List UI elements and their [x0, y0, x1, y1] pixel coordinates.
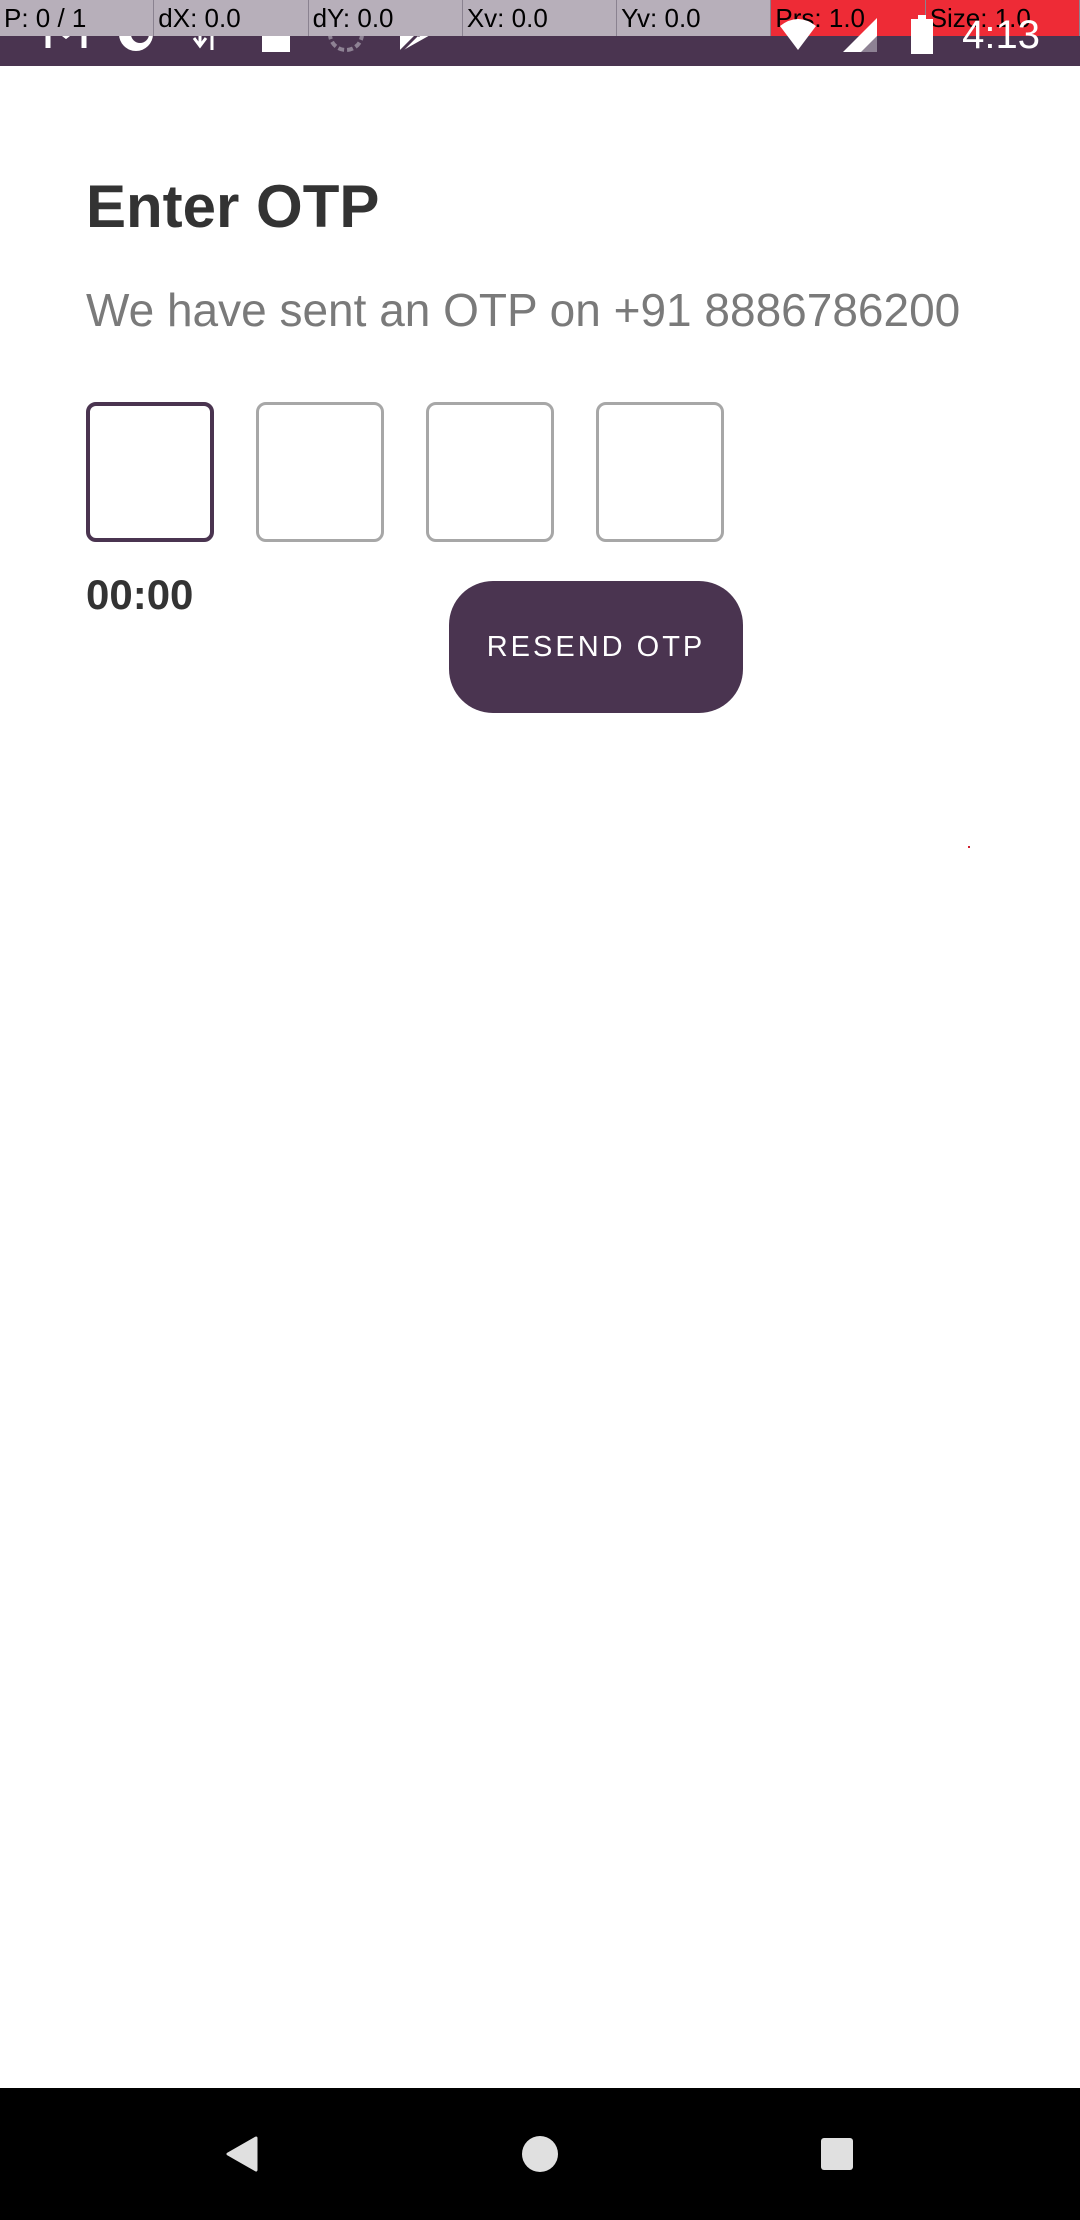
otp-input-group	[86, 402, 724, 542]
debug-pointer: P: 0 / 1	[0, 0, 155, 36]
debug-yv: Yv: 0.0	[617, 0, 772, 36]
wifi-icon	[776, 13, 820, 57]
clock: 4:13	[962, 13, 1040, 57]
home-icon[interactable]	[510, 2124, 570, 2184]
battery-icon	[900, 13, 944, 57]
otp-timer: 00:00	[86, 571, 194, 618]
signal-icon	[838, 13, 882, 57]
otp-digit-2[interactable]	[256, 402, 384, 542]
system-status-icons: 4:13	[776, 10, 1040, 60]
otp-digit-3[interactable]	[426, 402, 554, 542]
debug-xv: Xv: 0.0	[463, 0, 618, 36]
navigation-bar	[0, 2088, 1080, 2220]
otp-digit-1[interactable]	[86, 402, 214, 542]
back-icon[interactable]	[212, 2124, 272, 2184]
page-title: Enter OTP	[86, 173, 380, 240]
otp-sent-message: We have sent an OTP on +91 8886786200	[86, 284, 961, 336]
recents-icon[interactable]	[807, 2124, 867, 2184]
touch-indicator-dot	[968, 846, 970, 848]
resend-otp-button[interactable]: RESEND OTP	[449, 581, 743, 713]
debug-dx: dX: 0.0	[154, 0, 309, 36]
debug-dy: dY: 0.0	[309, 0, 463, 36]
status-bar: P: 0 / 1 dX: 0.0 dY: 0.0 Xv: 0.0 Yv: 0.0…	[0, 0, 1080, 66]
otp-digit-4[interactable]	[596, 402, 724, 542]
